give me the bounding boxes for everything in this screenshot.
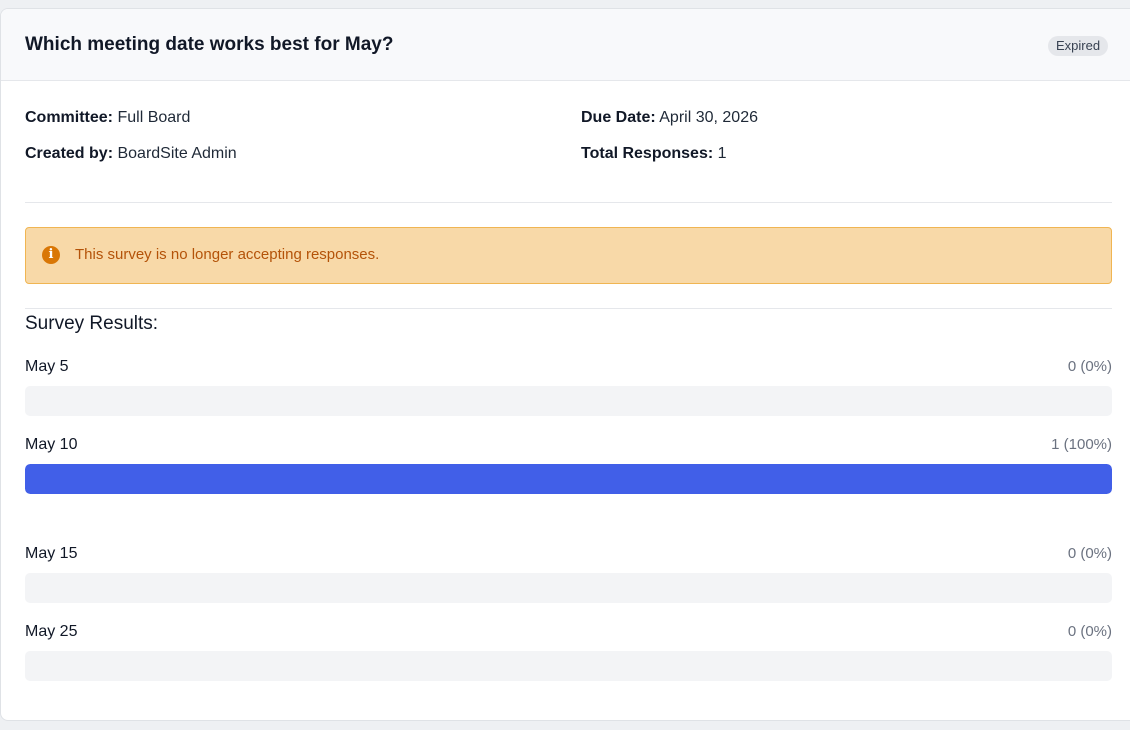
due-date-label: Due Date:: [581, 109, 656, 126]
card-header: Which meeting date works best for May? E…: [1, 9, 1130, 81]
option-count: 1 (100%): [1051, 436, 1112, 453]
due-date-field: Due Date: April 30, 2026: [581, 109, 758, 127]
total-responses-label: Total Responses:: [581, 145, 714, 162]
meta-divider: [25, 202, 1112, 203]
status-badge: Expired: [1048, 36, 1109, 56]
option-label: May 5: [25, 358, 69, 375]
option-count: 0 (0%): [1067, 358, 1112, 375]
committee-label: Committee:: [25, 109, 114, 126]
option-count: 0 (0%): [1067, 623, 1112, 640]
result-bar-track: [25, 386, 1112, 416]
result-bar-track: [25, 651, 1112, 681]
option-label: May 25: [25, 623, 78, 640]
option-label: May 15: [25, 545, 78, 562]
total-responses-field: Total Responses: 1: [581, 145, 727, 163]
alert-message: This survey is no longer accepting respo…: [75, 246, 380, 263]
results-divider: [25, 308, 1112, 309]
due-date-value: April 30, 2026: [659, 109, 758, 126]
option-label: May 10: [25, 436, 78, 453]
result-bar-track: [25, 464, 1112, 494]
committee-field: Committee: Full Board: [25, 109, 190, 127]
survey-title: Which meeting date works best for May?: [25, 34, 394, 55]
created-by-field: Created by: BoardSite Admin: [25, 145, 237, 163]
created-by-label: Created by:: [25, 145, 114, 162]
results-title: Survey Results:: [25, 313, 159, 334]
expired-alert: i This survey is no longer accepting res…: [25, 227, 1112, 284]
result-bar-track: [25, 573, 1112, 603]
result-bar-fill: [25, 464, 1112, 494]
total-responses-value: 1: [717, 145, 727, 162]
option-count: 0 (0%): [1067, 545, 1112, 562]
info-icon: i: [42, 246, 60, 264]
survey-card: Which meeting date works best for May? E…: [0, 8, 1130, 721]
committee-value: Full Board: [117, 109, 191, 126]
created-by-value: BoardSite Admin: [117, 145, 237, 162]
